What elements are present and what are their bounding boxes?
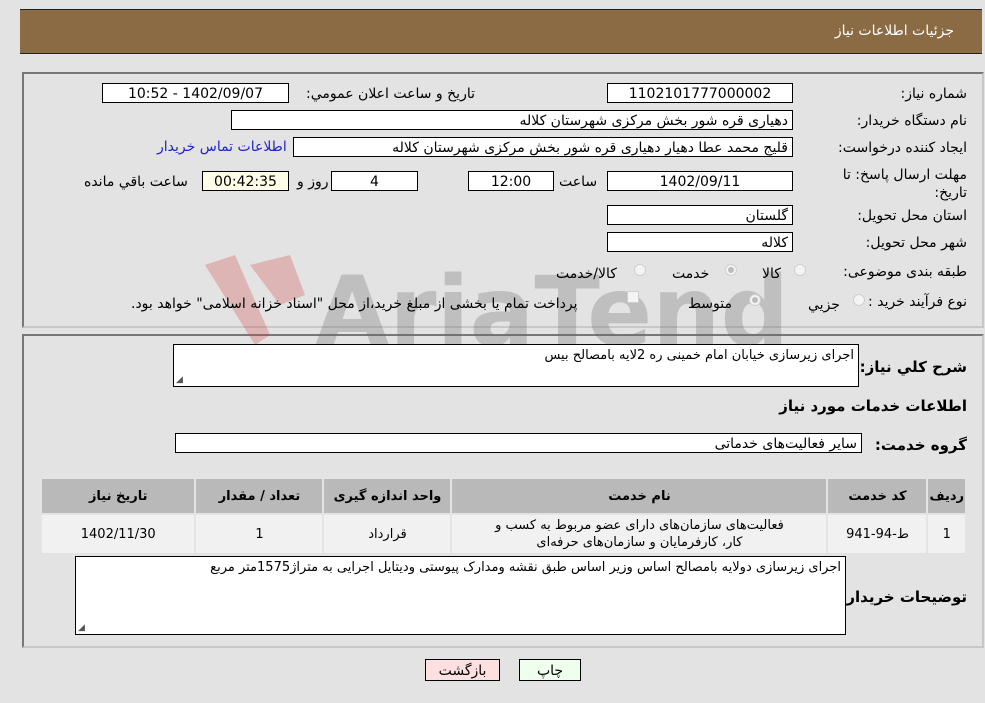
col-service-name: نام خدمت (450, 477, 829, 515)
remaining-time-field: 00:42:35 (202, 171, 289, 191)
deadline-label: مهلت ارسال پاسخ: تا تاریخ: (842, 167, 967, 201)
requester-field[interactable]: قلیج محمد عطا دهیار دهیاری قره شور بخش م… (293, 137, 793, 157)
service-group-field[interactable]: سایر فعالیت‌های خدماتی (175, 433, 862, 453)
page-header: جزئیات اطلاعات نیاز (20, 9, 982, 54)
services-table: رديف کد خدمت نام خدمت واحد اندازه گیری ت… (39, 477, 967, 555)
purchase-medium-radio[interactable] (749, 294, 761, 306)
category-label: طبقه بندی موضوعی: (843, 264, 967, 280)
category-goods-radio[interactable] (794, 264, 806, 276)
service-group-label: گروه خدمت: (874, 436, 967, 454)
general-desc-text: اجرای زیرسازی خیابان امام خمینی ره 2لایه… (544, 348, 854, 363)
back-button[interactable]: بازگشت (425, 659, 500, 681)
announce-datetime-label: تاریخ و ساعت اعلان عمومي: (306, 86, 475, 102)
treasury-checkbox[interactable] (627, 291, 639, 303)
buyer-notes-label: توضیحات خریدار: (840, 588, 967, 606)
col-unit: واحد اندازه گیری (322, 477, 453, 515)
purchase-type-label: نوع فرآیند خرید : (868, 294, 967, 310)
remaining-time-label: ساعت باقي مانده (84, 174, 188, 190)
category-goods-service-radio[interactable] (634, 264, 646, 276)
deadline-date-field[interactable]: 1402/09/11 (607, 171, 793, 191)
province-label: استان محل تحویل: (857, 208, 967, 224)
treasury-note: پرداخت تمام یا بخشی از مبلغ خرید،از محل … (131, 296, 578, 312)
deadline-time-field[interactable]: 12:00 (468, 171, 554, 191)
buyer-notes-text: اجرای زیرسازی دولایه بامصالح اساس وزیر ا… (210, 560, 841, 575)
cell-row-number: 1 (926, 513, 967, 555)
remaining-days-field: 4 (331, 171, 418, 191)
city-field[interactable]: کلاله (607, 232, 793, 252)
col-quantity: تعداد / مقدار (194, 477, 325, 515)
purchase-minor-radio[interactable] (853, 294, 865, 306)
need-number-label: شماره نیاز: (900, 86, 968, 102)
category-goods-service-label: کالا/خدمت (556, 266, 617, 282)
need-number-field[interactable]: 1102101777000002 (607, 83, 793, 103)
resize-grip-icon[interactable]: ◢ (78, 623, 85, 633)
category-goods-label: کالا (762, 266, 781, 282)
category-service-label: خدمت (672, 266, 710, 282)
services-heading: اطلاعات خدمات مورد نیاز (779, 397, 967, 415)
print-button[interactable]: چاپ (519, 659, 581, 681)
category-service-radio[interactable] (725, 264, 737, 276)
resize-grip-icon[interactable]: ◢ (176, 375, 183, 385)
buyer-contact-link[interactable]: اطلاعات تماس خریدار (157, 139, 287, 155)
purchase-minor-label: جزيي (808, 297, 840, 313)
col-row-number: رديف (926, 477, 967, 515)
cell-quantity: 1 (194, 513, 325, 555)
days-label: روز و (297, 174, 329, 190)
page-title: جزئیات اطلاعات نیاز (834, 23, 954, 39)
col-service-code: کد خدمت (826, 477, 929, 515)
cell-need-date: 1402/11/30 (39, 513, 197, 555)
buyer-org-field[interactable]: دهیاری قره شور بخش مرکزی شهرستان کلاله (231, 110, 793, 130)
city-label: شهر محل تحویل: (865, 235, 967, 251)
announce-datetime-field[interactable]: 1402/09/07 - 10:52 (102, 83, 289, 103)
table-header-row: رديف کد خدمت نام خدمت واحد اندازه گیری ت… (39, 477, 967, 515)
buyer-notes-textarea[interactable]: اجرای زیرسازی دولایه بامصالح اساس وزیر ا… (75, 556, 846, 635)
purchase-medium-label: متوسط (688, 296, 732, 312)
cell-unit: قرارداد (322, 513, 453, 555)
cell-service-name: فعالیت‌های سازمان‌های دارای عضو مربوط به… (450, 513, 829, 555)
general-desc-label: شرح كلي نياز: (859, 358, 967, 376)
col-need-date: تاریخ نیاز (39, 477, 197, 515)
table-row: 1 ط-94-941 فعالیت‌های سازمان‌های دارای ع… (39, 513, 967, 555)
deadline-time-label: ساعت (559, 174, 598, 190)
general-desc-textarea[interactable]: اجرای زیرسازی خیابان امام خمینی ره 2لایه… (173, 344, 859, 387)
cell-service-code: ط-94-941 (826, 513, 929, 555)
province-field[interactable]: گلستان (607, 205, 793, 225)
requester-label: ایجاد کننده درخواست: (838, 140, 967, 156)
buyer-org-label: نام دستگاه خريدار: (856, 113, 967, 129)
